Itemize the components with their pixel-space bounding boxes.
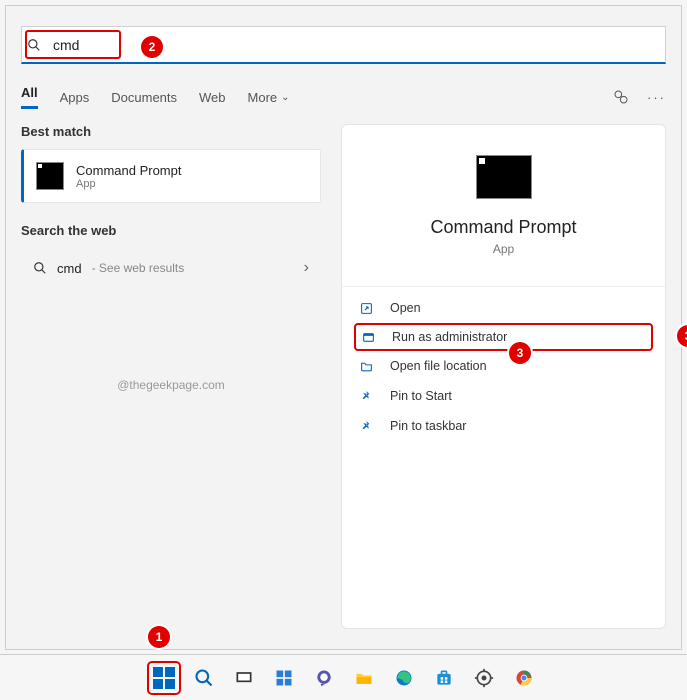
tab-apps[interactable]: Apps xyxy=(60,90,90,105)
tab-documents[interactable]: Documents xyxy=(111,90,177,105)
search-web-header: Search the web xyxy=(21,223,321,238)
annotation-3: 3 xyxy=(509,342,531,364)
best-match-header: Best match xyxy=(21,124,321,139)
open-icon xyxy=(360,302,376,315)
more-options-icon[interactable]: ··· xyxy=(647,90,666,105)
best-match-title: Command Prompt xyxy=(76,163,181,178)
taskbar-taskview[interactable] xyxy=(227,661,261,695)
search-row[interactable]: cmd xyxy=(21,26,666,64)
recent-icon[interactable] xyxy=(613,89,629,105)
chevron-down-icon: ⌄ xyxy=(281,92,289,103)
taskbar-chat[interactable] xyxy=(307,661,341,695)
shield-icon xyxy=(362,331,378,344)
search-box-highlight: cmd xyxy=(25,30,121,59)
action-open-location[interactable]: Open file location xyxy=(342,351,665,381)
folder-icon xyxy=(360,360,376,373)
search-icon xyxy=(33,261,47,275)
taskbar xyxy=(0,654,687,700)
annotation-3: 3 xyxy=(677,325,687,347)
preview-title: Command Prompt xyxy=(430,217,576,238)
best-match-subtitle: App xyxy=(76,178,181,190)
start-search-panel: cmd 2 All Apps Documents Web More ⌄ ··· … xyxy=(5,5,682,650)
web-result-term: cmd xyxy=(57,261,82,276)
results-column: Best match Command Prompt App Search the… xyxy=(21,124,321,629)
action-list: Open Run as administrator 3 Open file lo… xyxy=(342,286,665,447)
action-open[interactable]: Open xyxy=(342,293,665,323)
taskbar-search[interactable] xyxy=(187,661,221,695)
web-result-item[interactable]: cmd - See web results › xyxy=(21,248,321,288)
chevron-right-icon: › xyxy=(304,259,309,277)
watermark: @thegeekpage.com xyxy=(21,378,321,392)
best-match-item[interactable]: Command Prompt App xyxy=(21,149,321,203)
action-pin-start[interactable]: Pin to Start xyxy=(342,381,665,411)
preview-panel: Command Prompt App Open Run as administr… xyxy=(341,124,666,629)
search-query: cmd xyxy=(53,37,79,53)
tab-all[interactable]: All xyxy=(21,85,38,109)
pin-icon xyxy=(360,390,376,403)
cmd-icon xyxy=(36,162,64,190)
taskbar-explorer[interactable] xyxy=(347,661,381,695)
action-pin-taskbar[interactable]: Pin to taskbar xyxy=(342,411,665,441)
preview-subtitle: App xyxy=(493,242,514,256)
search-icon xyxy=(27,38,53,52)
tab-web[interactable]: Web xyxy=(199,90,226,105)
tab-more[interactable]: More ⌄ xyxy=(248,90,290,105)
filter-tabs: All Apps Documents Web More ⌄ ··· xyxy=(21,81,666,113)
start-button[interactable] xyxy=(147,661,181,695)
taskbar-chrome[interactable] xyxy=(507,661,541,695)
taskbar-widgets[interactable] xyxy=(267,661,301,695)
annotation-2: 2 xyxy=(141,36,163,58)
windows-logo-icon xyxy=(153,667,175,689)
cmd-icon xyxy=(476,155,532,199)
taskbar-edge[interactable] xyxy=(387,661,421,695)
annotation-1: 1 xyxy=(148,626,170,648)
web-result-suffix: - See web results xyxy=(92,261,185,275)
taskbar-store[interactable] xyxy=(427,661,461,695)
taskbar-settings[interactable] xyxy=(467,661,501,695)
pin-icon xyxy=(360,420,376,433)
action-run-as-admin[interactable]: Run as administrator xyxy=(354,323,653,351)
